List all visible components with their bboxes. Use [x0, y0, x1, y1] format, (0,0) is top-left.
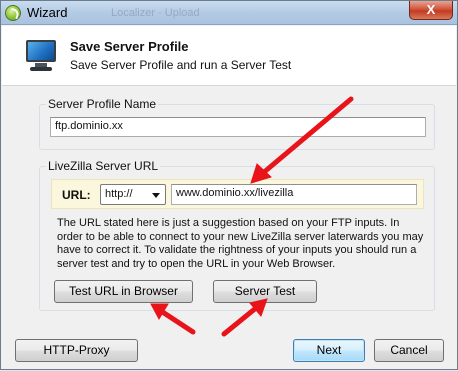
server-url-group: LiveZilla Server URL URL: http:// www.do…: [39, 159, 435, 311]
arrow-to-test-url-button: [158, 308, 196, 335]
server-test-button[interactable]: Server Test: [213, 280, 317, 303]
arrow-to-server-test-button: [221, 305, 259, 337]
test-url-in-browser-button[interactable]: Test URL in Browser: [54, 280, 193, 303]
url-label: URL:: [62, 188, 91, 202]
url-row: URL: http:// www.dominio.xx/livezilla: [51, 179, 424, 209]
protocol-select[interactable]: http://: [100, 184, 166, 205]
wizard-window: Wizard Localizer · Upload X Save Server …: [0, 0, 458, 370]
cancel-button[interactable]: Cancel: [374, 339, 444, 362]
chevron-down-icon: [152, 193, 160, 198]
title-bar: Wizard Localizer · Upload X: [1, 1, 457, 25]
server-profile-legend: Server Profile Name: [46, 97, 159, 111]
wizard-header: Save Server Profile Save Server Profile …: [2, 26, 456, 86]
app-icon: [5, 5, 21, 21]
server-url-input[interactable]: www.dominio.xx/livezilla: [171, 184, 417, 205]
server-profile-group: Server Profile Name ftp.dominio.xx: [39, 97, 435, 150]
background-window-title: Localizer · Upload: [111, 7, 200, 19]
server-profile-name-input[interactable]: ftp.dominio.xx: [50, 117, 426, 137]
window-title: Wizard: [27, 5, 68, 20]
close-button[interactable]: X: [409, 1, 453, 20]
next-button[interactable]: Next: [293, 339, 365, 362]
page-subtitle: Save Server Profile and run a Server Tes…: [70, 58, 292, 72]
http-proxy-button[interactable]: HTTP-Proxy: [15, 339, 138, 362]
page-title: Save Server Profile: [70, 39, 189, 54]
url-info-text: The URL stated here is just a suggestion…: [57, 217, 424, 270]
monitor-icon: [24, 38, 58, 72]
close-icon: X: [426, 2, 436, 17]
protocol-value: http://: [105, 188, 133, 200]
server-url-legend: LiveZilla Server URL: [46, 159, 161, 173]
